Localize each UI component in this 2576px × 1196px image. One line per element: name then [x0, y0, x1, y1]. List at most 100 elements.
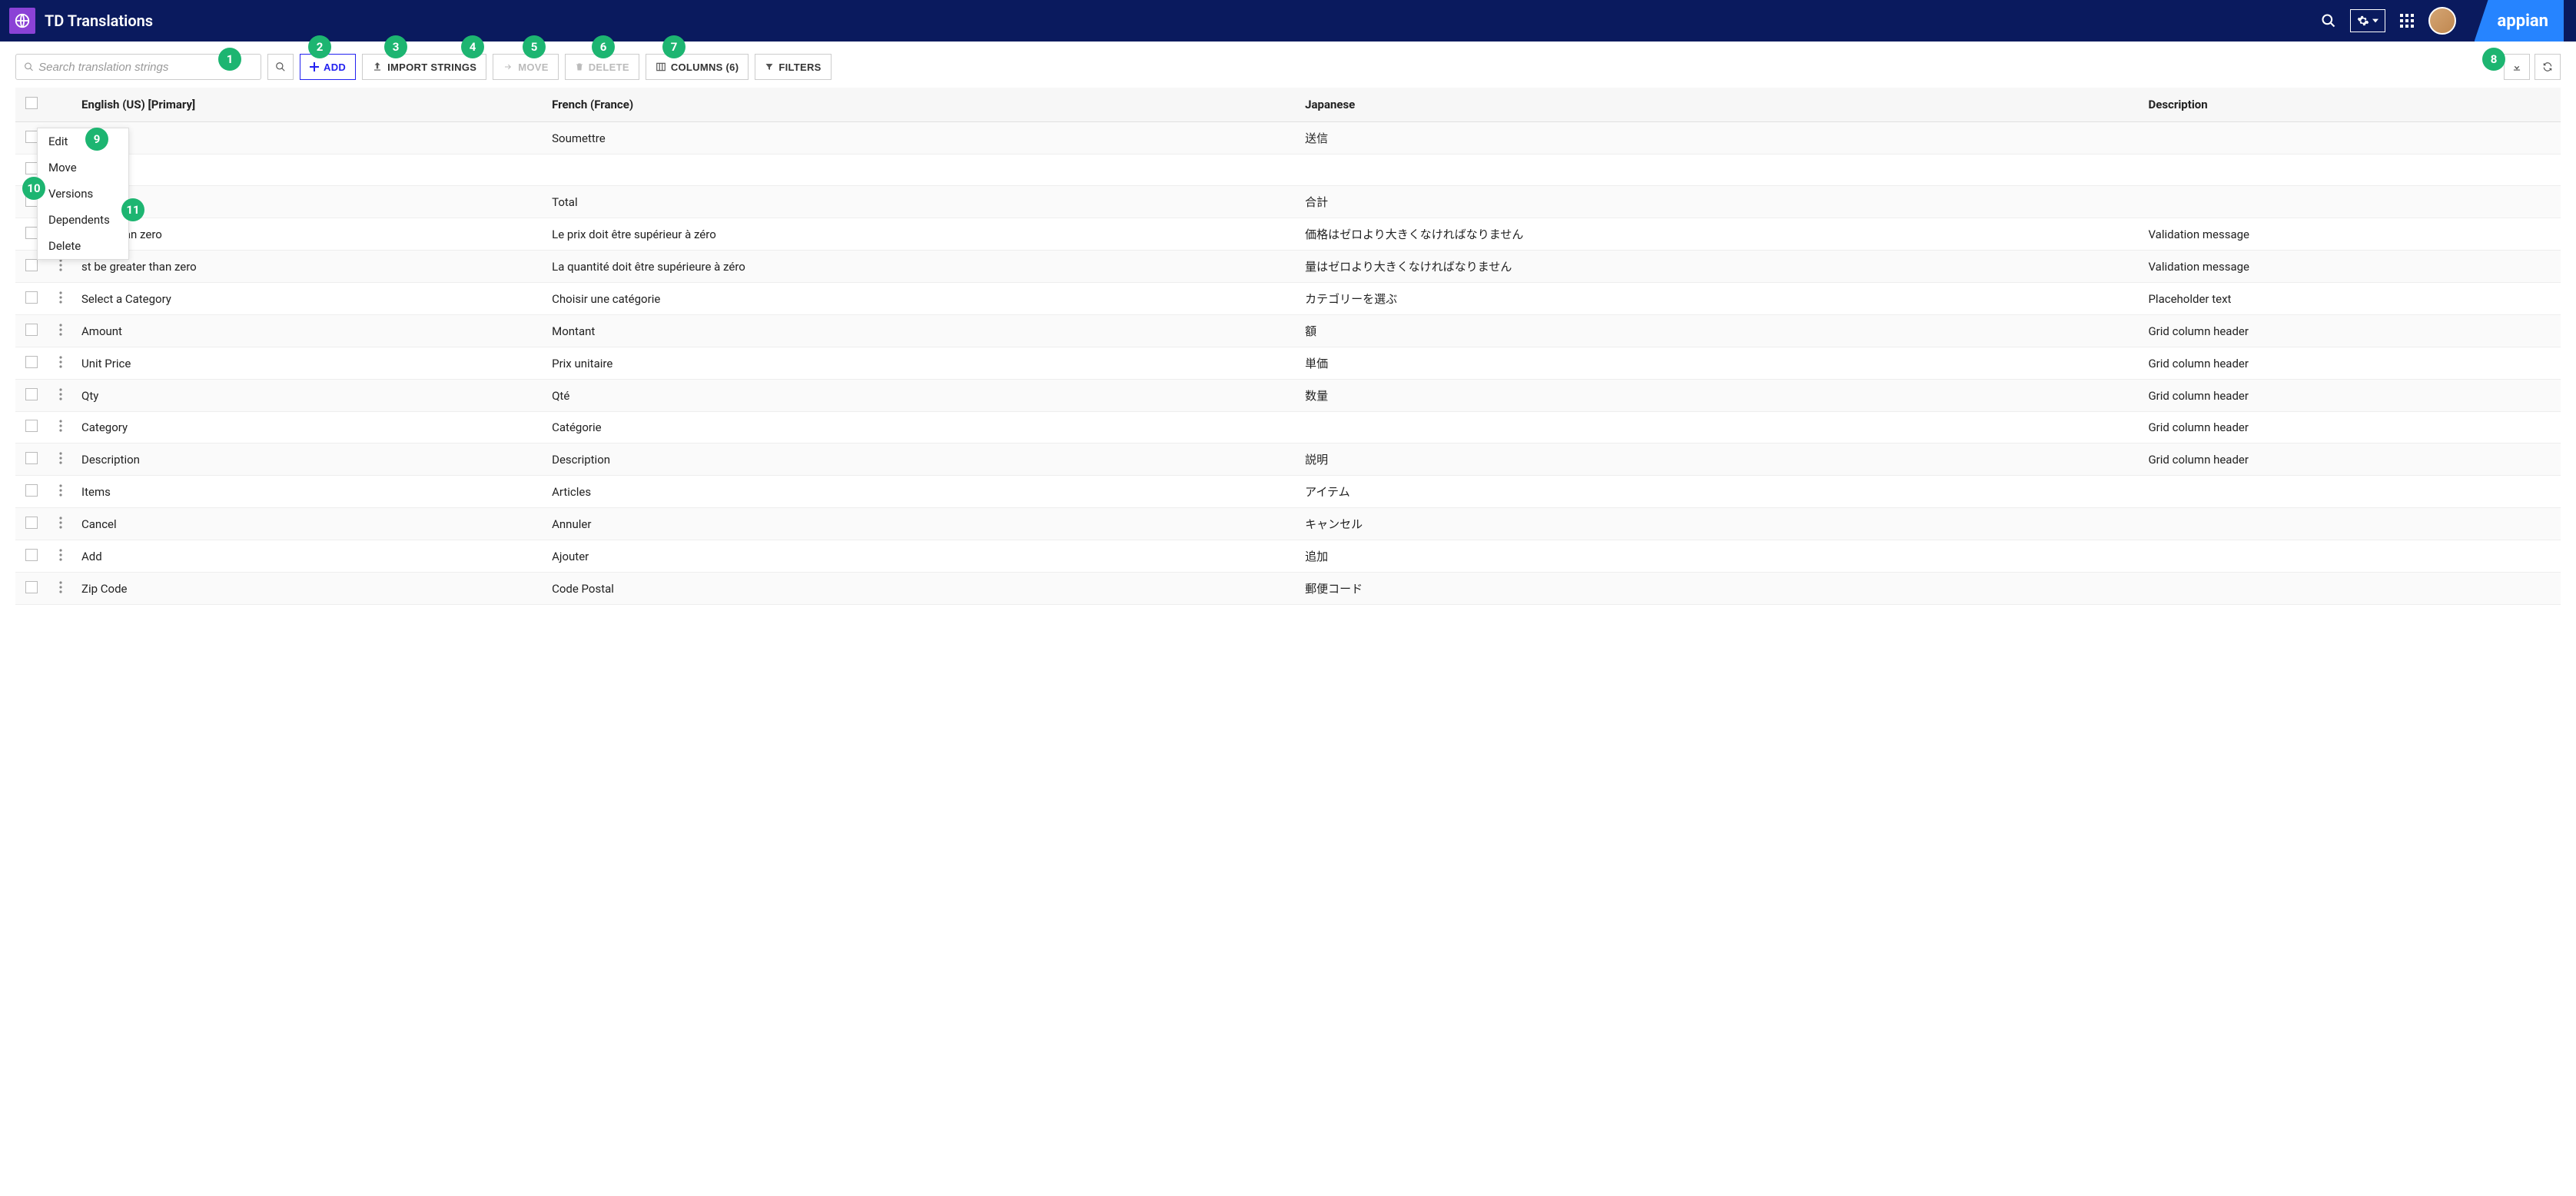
cell-primary[interactable]: Add [74, 540, 544, 573]
cell-primary[interactable]: Select a Category [74, 283, 544, 315]
cell-french[interactable]: Montant [544, 315, 1297, 347]
cell-primary[interactable]: Qty [74, 380, 544, 412]
apps-grid-button[interactable] [2393, 7, 2421, 35]
cell-description[interactable] [2140, 122, 2561, 154]
row-menu-button[interactable] [59, 452, 62, 464]
cell-french[interactable]: Code Postal [544, 573, 1297, 605]
cell-primary[interactable]: m [74, 154, 544, 186]
row-checkbox[interactable] [25, 388, 38, 400]
cell-primary[interactable]: reater than zero [74, 218, 544, 251]
row-checkbox[interactable] [25, 324, 38, 336]
header-search-button[interactable] [2315, 7, 2342, 35]
cell-description[interactable]: Grid column header [2140, 347, 2561, 380]
menu-item-delete[interactable]: Delete [38, 233, 128, 259]
cell-primary[interactable]: Items [74, 476, 544, 508]
row-menu-button[interactable] [59, 388, 62, 400]
row-menu-button[interactable] [59, 291, 62, 304]
row-checkbox[interactable] [25, 517, 38, 529]
row-menu-button[interactable] [59, 356, 62, 368]
cell-description[interactable]: Grid column header [2140, 412, 2561, 444]
cell-description[interactable] [2140, 508, 2561, 540]
cell-french[interactable]: Total [544, 186, 1297, 218]
row-menu-button[interactable] [59, 549, 62, 561]
row-menu-button[interactable] [59, 324, 62, 336]
cell-japanese[interactable] [1297, 412, 2140, 444]
refresh-button[interactable] [2535, 54, 2561, 80]
cell-japanese[interactable]: 額 [1297, 315, 2140, 347]
cell-primary[interactable]: Amount [74, 315, 544, 347]
cell-primary[interactable]: Description [74, 444, 544, 476]
row-checkbox[interactable] [25, 356, 38, 368]
cell-description[interactable] [2140, 540, 2561, 573]
row-checkbox[interactable] [25, 291, 38, 304]
cell-french[interactable]: Catégorie [544, 412, 1297, 444]
row-checkbox[interactable] [25, 581, 38, 593]
cell-japanese[interactable]: 価格はゼロより大きくなければなりません [1297, 218, 2140, 251]
user-avatar[interactable] [2428, 7, 2456, 35]
col-header-french[interactable]: French (France) [544, 88, 1297, 122]
cell-description[interactable]: Validation message [2140, 251, 2561, 283]
menu-item-move[interactable]: Move [38, 154, 128, 181]
row-menu-button[interactable] [59, 259, 62, 271]
search-submit-button[interactable] [267, 54, 294, 80]
row-checkbox[interactable] [25, 484, 38, 497]
cell-description[interactable] [2140, 573, 2561, 605]
menu-item-versions[interactable]: Versions [38, 181, 128, 207]
cell-japanese[interactable]: 追加 [1297, 540, 2140, 573]
cell-french[interactable]: Annuler [544, 508, 1297, 540]
cell-description[interactable]: Grid column header [2140, 380, 2561, 412]
row-menu-button[interactable] [59, 420, 62, 432]
cell-french[interactable]: Choisir une catégorie [544, 283, 1297, 315]
row-checkbox[interactable] [25, 259, 38, 271]
cell-japanese[interactable]: カテゴリーを選ぶ [1297, 283, 2140, 315]
cell-french[interactable] [544, 154, 1297, 186]
cell-japanese[interactable]: 郵便コード [1297, 573, 2140, 605]
cell-japanese[interactable]: 単価 [1297, 347, 2140, 380]
cell-french[interactable]: Description [544, 444, 1297, 476]
cell-japanese[interactable]: 送信 [1297, 122, 2140, 154]
row-checkbox[interactable] [25, 549, 38, 561]
row-checkbox[interactable] [25, 131, 38, 143]
cell-japanese[interactable]: アイテム [1297, 476, 2140, 508]
cell-french[interactable]: Prix unitaire [544, 347, 1297, 380]
row-checkbox[interactable] [25, 420, 38, 432]
row-checkbox[interactable] [25, 162, 38, 174]
filters-button[interactable]: FILTERS [755, 54, 831, 80]
cell-primary[interactable] [74, 186, 544, 218]
columns-button[interactable]: COLUMNS (6) [646, 54, 749, 80]
cell-japanese[interactable]: 量はゼロより大きくなければなりません [1297, 251, 2140, 283]
cell-description[interactable] [2140, 186, 2561, 218]
cell-primary[interactable]: Zip Code [74, 573, 544, 605]
cell-french[interactable]: Soumettre [544, 122, 1297, 154]
cell-primary[interactable]: Cancel [74, 508, 544, 540]
add-button[interactable]: ADD [300, 54, 356, 80]
menu-item-edit[interactable]: Edit [38, 128, 128, 154]
settings-dropdown-button[interactable] [2350, 9, 2385, 32]
row-checkbox[interactable] [25, 227, 38, 239]
cell-french[interactable]: Le prix doit être supérieur à zéro [544, 218, 1297, 251]
row-menu-button[interactable] [59, 517, 62, 529]
cell-primary[interactable]: st be greater than zero [74, 251, 544, 283]
col-header-description[interactable]: Description [2140, 88, 2561, 122]
cell-japanese[interactable]: 説明 [1297, 444, 2140, 476]
cell-description[interactable] [2140, 476, 2561, 508]
cell-description[interactable]: Grid column header [2140, 444, 2561, 476]
cell-description[interactable] [2140, 154, 2561, 186]
row-checkbox[interactable] [25, 452, 38, 464]
cell-french[interactable]: Qté [544, 380, 1297, 412]
select-all-checkbox[interactable] [25, 97, 38, 109]
cell-description[interactable]: Grid column header [2140, 315, 2561, 347]
cell-japanese[interactable] [1297, 154, 2140, 186]
cell-primary[interactable]: Category [74, 412, 544, 444]
row-menu-button[interactable] [59, 484, 62, 497]
cell-french[interactable]: Articles [544, 476, 1297, 508]
col-header-primary[interactable]: English (US) [Primary] [74, 88, 544, 122]
cell-japanese[interactable]: 合計 [1297, 186, 2140, 218]
cell-description[interactable]: Validation message [2140, 218, 2561, 251]
row-menu-button[interactable] [59, 581, 62, 593]
move-button[interactable]: MOVE [493, 54, 558, 80]
download-button[interactable] [2504, 54, 2530, 80]
cell-description[interactable]: Placeholder text [2140, 283, 2561, 315]
cell-primary[interactable]: Unit Price [74, 347, 544, 380]
cell-french[interactable]: Ajouter [544, 540, 1297, 573]
